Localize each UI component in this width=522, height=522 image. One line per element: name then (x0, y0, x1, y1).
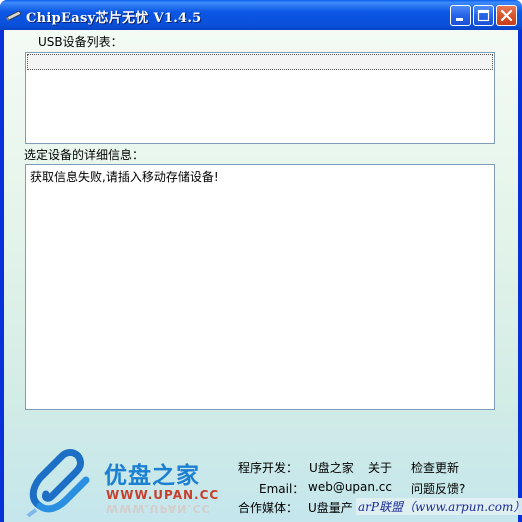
maximize-button[interactable] (473, 5, 494, 26)
email-link[interactable]: web@upan.cc (308, 480, 392, 494)
title-bar[interactable]: ChipEasy芯片无忧 V1.4.5 (0, 0, 522, 30)
minimize-icon (456, 18, 463, 21)
usb-device-list-focus-row[interactable] (27, 54, 493, 70)
media-label: 合作媒体： (238, 501, 299, 515)
feedback-link[interactable]: 问题反馈? (411, 480, 465, 497)
close-button[interactable] (496, 5, 517, 26)
device-detail-textbox[interactable]: 获取信息失败,请插入移动存储设备! (25, 164, 495, 410)
minimize-button[interactable] (450, 5, 471, 26)
detail-message: 获取信息失败,请插入移动存储设备! (30, 170, 219, 184)
logo-domain: WWW.UPAN.CC (106, 488, 220, 502)
developer-link[interactable]: U盘之家 (309, 459, 354, 476)
paperclip-logo-icon (26, 449, 90, 518)
email-label: Email： (259, 482, 305, 496)
arp-watermark: arP联盟（www.arpun.com） (356, 498, 522, 515)
detail-label: 选定设备的详细信息： (24, 148, 145, 162)
usb-device-list[interactable] (25, 52, 495, 144)
maximize-icon (477, 9, 490, 22)
developer-label: 程序开发： (238, 461, 299, 475)
logo-name: 优盘之家 (104, 463, 200, 489)
app-window: ChipEasy芯片无忧 V1.4.5 USB设备列表： 选定设备的详细信息： … (0, 0, 522, 522)
upan-logo[interactable]: 优盘之家 WWW.UPAN.CC WWW.UPAN.CC (26, 448, 226, 518)
media-link[interactable]: U盘量产 (308, 499, 353, 516)
logo-domain-reflection: WWW.UPAN.CC (106, 502, 211, 515)
client-area: USB设备列表： 选定设备的详细信息： 获取信息失败,请插入移动存储设备! 优盘… (4, 30, 522, 522)
usb-drive-icon (6, 8, 22, 22)
window-title: ChipEasy芯片无忧 V1.4.5 (26, 11, 202, 26)
check-update-link[interactable]: 检查更新 (411, 459, 459, 476)
about-link[interactable]: 关于 (368, 459, 392, 476)
close-icon (500, 9, 513, 22)
usb-list-label: USB设备列表： (38, 35, 123, 49)
